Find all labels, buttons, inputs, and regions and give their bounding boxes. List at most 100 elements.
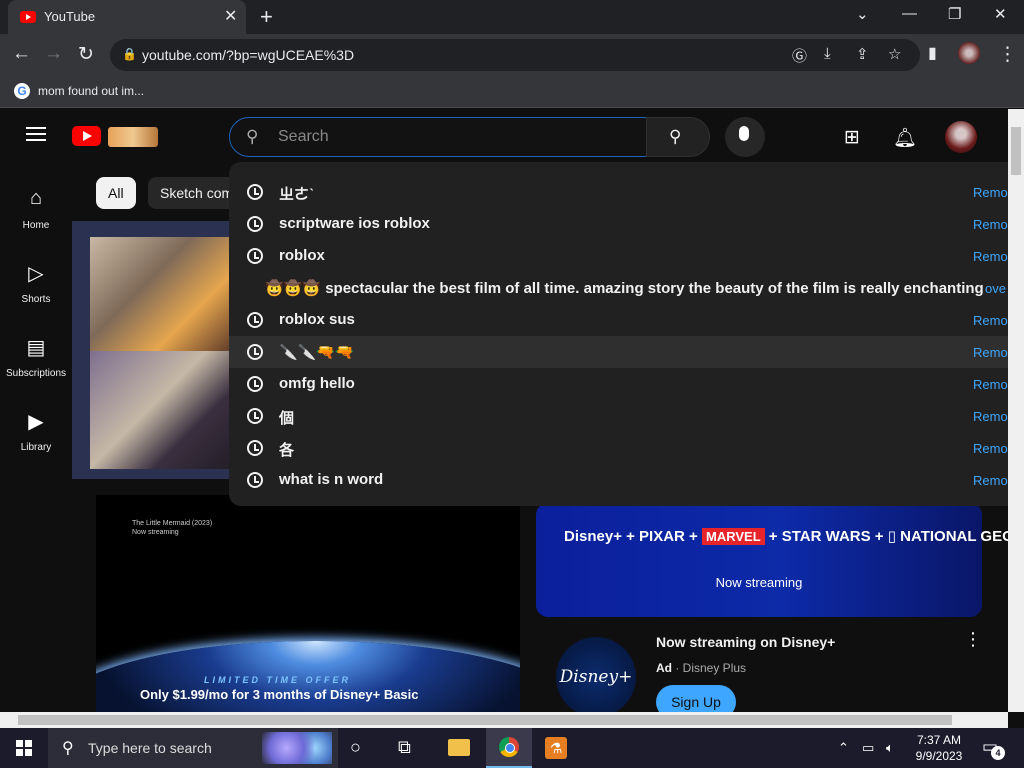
ad-title[interactable]: Now streaming on Disney+	[656, 634, 835, 650]
close-window-icon[interactable]: ✕	[994, 5, 1007, 23]
bookmark-item[interactable]: mom found out im...	[38, 84, 144, 98]
volume-muted-icon[interactable]: 🔈︎	[886, 740, 894, 756]
side-panel-icon[interactable]: ▮	[928, 43, 937, 63]
file-explorer-icon[interactable]	[448, 739, 470, 756]
account-avatar[interactable]	[945, 121, 977, 153]
search-input[interactable]	[278, 118, 638, 156]
horizontal-scroll-thumb[interactable]	[18, 715, 952, 725]
search-highlight-image[interactable]	[262, 732, 332, 764]
hamburger-menu-icon[interactable]	[26, 127, 46, 141]
sidebar-item-home[interactable]: ⌂ Home	[0, 175, 72, 245]
suggestion-text[interactable]: scriptware ios roblox	[279, 215, 430, 232]
suggestion-item[interactable]: roblox sus Remo	[229, 304, 1008, 336]
lock-icon[interactable]: 🔒	[122, 47, 137, 61]
tab-search-icon[interactable]: ⌄	[856, 5, 869, 23]
suggestion-text[interactable]: omfg hello	[279, 375, 355, 392]
ad-meta: Ad · Disney Plus	[656, 661, 747, 675]
more-options-icon[interactable]: ⋮	[964, 629, 982, 650]
lab-app-icon[interactable]: ⚗	[545, 737, 567, 759]
ad-video-player[interactable]: The Little Mermaid (2023) Now streaming …	[96, 495, 520, 712]
suggestion-item[interactable]: 各 Remo	[229, 432, 1008, 464]
suggestion-item[interactable]: what is n word Remo	[229, 464, 1008, 496]
chip-sketch-comedy[interactable]: Sketch com	[148, 177, 238, 209]
remove-link[interactable]: Remo	[973, 409, 1008, 424]
profile-avatar[interactable]	[958, 42, 980, 64]
horizontal-scrollbar[interactable]	[0, 712, 1008, 728]
history-icon	[247, 376, 263, 392]
history-icon	[247, 216, 263, 232]
remove-link[interactable]: Remo	[973, 473, 1008, 488]
remove-link[interactable]: Remo	[973, 249, 1008, 264]
notifications-bell-icon[interactable]: 🔔︎	[893, 126, 917, 150]
suggestion-text[interactable]: what is n word	[279, 471, 383, 488]
url-text[interactable]: youtube.com/?bp=wgUCEAE%3D	[142, 47, 354, 63]
vertical-scrollbar[interactable]	[1008, 109, 1024, 712]
remove-link[interactable]: Remo	[973, 185, 1008, 200]
close-tab-icon[interactable]: ✕	[224, 6, 237, 26]
sidebar-item-subscriptions[interactable]: ▤ Subscriptions	[0, 323, 72, 393]
task-view-icon[interactable]: ⧉	[398, 737, 411, 758]
sidebar-item-label: Library	[20, 442, 52, 453]
suggestion-item[interactable]: omfg hello Remo	[229, 368, 1008, 400]
suggestion-item[interactable]: ㄓㄜˋ Remo	[229, 176, 1008, 208]
disney-banner[interactable]: Disney+ + PIXAR + MARVEL + STAR WARS + ▯…	[536, 503, 1008, 617]
sign-up-button[interactable]: Sign Up	[656, 685, 736, 712]
history-icon	[247, 440, 263, 456]
restore-icon[interactable]: ❐	[948, 5, 961, 23]
search-button[interactable]: ⚲	[646, 117, 710, 157]
windows-start-icon[interactable]	[16, 740, 32, 756]
forward-icon[interactable]: →	[44, 43, 63, 65]
sidebar-item-shorts[interactable]: ▷ Shorts	[0, 249, 72, 319]
taskbar-search-placeholder[interactable]: Type here to search	[88, 740, 212, 756]
reload-icon[interactable]: ↻	[78, 43, 94, 66]
voice-search-button[interactable]	[725, 117, 765, 157]
bookmarks-bar: G mom found out im...	[0, 76, 1024, 108]
hero-thumbnail[interactable]	[72, 221, 232, 479]
minimize-icon[interactable]: —	[902, 5, 917, 22]
remove-link[interactable]: Remo	[973, 313, 1008, 328]
create-video-icon[interactable]: ⊞	[844, 126, 860, 149]
remove-link[interactable]: Remo	[973, 377, 1008, 392]
suggestion-text[interactable]: ㄓㄜˋ	[279, 183, 314, 204]
suggestion-item[interactable]: 🔪🔪🔫🔫 Remo	[229, 336, 1008, 368]
tray-chevron-icon[interactable]: ⌃	[838, 740, 849, 756]
install-icon[interactable]: ⤓	[824, 45, 831, 62]
suggestion-item[interactable]: roblox Remo	[229, 240, 1008, 272]
youtube-logo[interactable]	[72, 126, 101, 146]
network-icon[interactable]: ▭	[862, 740, 874, 756]
chrome-icon	[499, 737, 519, 757]
suggestion-item[interactable]: scriptware ios roblox Remo	[229, 208, 1008, 240]
history-icon	[247, 472, 263, 488]
new-tab-icon[interactable]: +	[260, 4, 273, 30]
suggestion-text[interactable]: 個	[279, 407, 294, 428]
suggestion-text[interactable]: 各	[279, 439, 294, 460]
suggestion-text[interactable]: roblox	[279, 247, 325, 264]
google-lens-icon[interactable]: Ⓖ	[792, 45, 807, 66]
remove-link[interactable]: ove	[985, 281, 1006, 296]
browser-tab[interactable]: YouTube ✕	[8, 0, 246, 34]
back-icon[interactable]: ←	[12, 43, 31, 65]
suggestion-text[interactable]: 🔪🔪🔫🔫	[279, 343, 354, 361]
search-box[interactable]: ⚲	[229, 117, 647, 157]
remove-link[interactable]: Remo	[973, 217, 1008, 232]
ad-video-title: The Little Mermaid (2023) Now streaming	[132, 520, 213, 536]
youtube-doodle[interactable]	[108, 127, 158, 147]
shorts-icon: ▷	[28, 263, 44, 285]
chip-all[interactable]: All	[96, 177, 136, 209]
suggestion-item[interactable]: 🤠🤠🤠 spectacular the best film of all tim…	[229, 272, 1008, 304]
sidebar-item-library[interactable]: ▶ Library	[0, 397, 72, 467]
cortana-icon[interactable]: ○	[350, 737, 361, 758]
address-bar[interactable]: 🔒 youtube.com/?bp=wgUCEAE%3D Ⓖ ⤓ ⇪ ☆	[110, 39, 920, 71]
disney-plus-logo[interactable]: Disney+	[556, 637, 636, 712]
remove-link[interactable]: Remo	[973, 441, 1008, 456]
suggestion-text[interactable]: roblox sus	[279, 311, 355, 328]
taskbar-chrome[interactable]	[486, 728, 532, 768]
menu-kebab-icon[interactable]: ⋮	[998, 43, 1017, 66]
share-icon[interactable]: ⇪	[856, 45, 869, 63]
suggestion-text[interactable]: 🤠🤠🤠 spectacular the best film of all tim…	[265, 279, 984, 297]
bookmark-star-icon[interactable]: ☆	[888, 45, 901, 63]
vertical-scroll-thumb[interactable]	[1011, 127, 1021, 175]
taskbar-clock[interactable]: 7:37 AM 9/9/2023	[904, 732, 974, 764]
remove-link[interactable]: Remo	[973, 345, 1008, 360]
suggestion-item[interactable]: 個 Remo	[229, 400, 1008, 432]
